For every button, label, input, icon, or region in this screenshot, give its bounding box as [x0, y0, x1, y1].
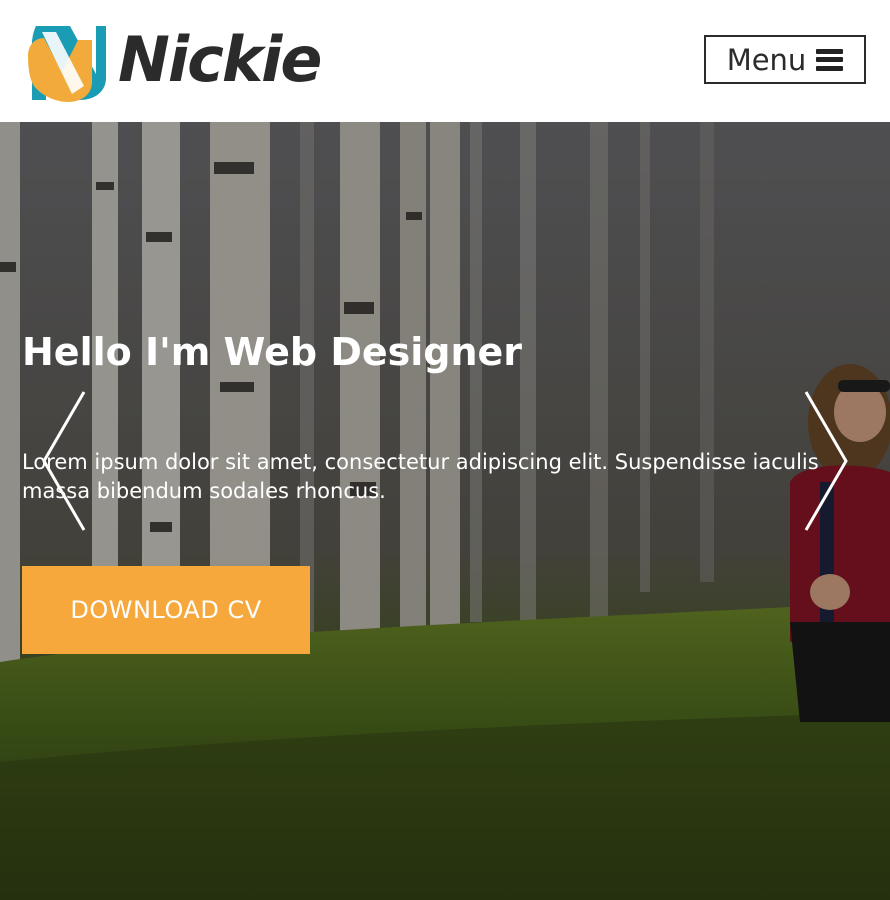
site-header: Nickie Menu: [0, 0, 890, 122]
hero-background-image: [0, 122, 890, 900]
download-cv-button[interactable]: DOWNLOAD CV: [22, 566, 310, 654]
hero-description: Lorem ipsum dolor sit amet, consectetur …: [22, 450, 819, 503]
hero-title: Hello I'm Web Designer: [22, 330, 523, 374]
hero-slider: Hello I'm Web Designer Lorem ipsum dolor…: [0, 122, 890, 900]
chevron-right-icon[interactable]: [802, 390, 850, 532]
hamburger-icon: [816, 48, 844, 71]
n-logo-icon: [28, 26, 106, 102]
chevron-left-icon[interactable]: [40, 390, 88, 532]
logo-text: Nickie: [118, 23, 322, 96]
logo[interactable]: Nickie: [22, 16, 322, 104]
menu-label: Menu: [726, 42, 807, 77]
menu-button[interactable]: Menu: [704, 35, 866, 84]
